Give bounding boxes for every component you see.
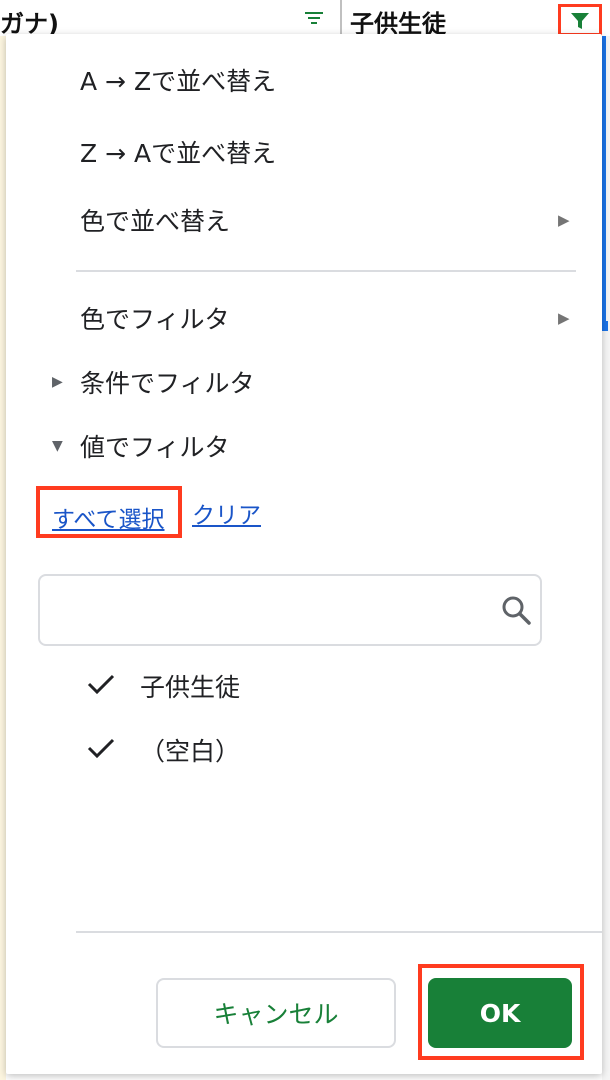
value-item-label: （空白） bbox=[140, 737, 241, 766]
menu-item-label: 色で並べ替え bbox=[80, 207, 231, 236]
select-all-link[interactable]: すべて選択 bbox=[52, 500, 164, 534]
menu-item-label: 値でフィルタ bbox=[80, 433, 230, 462]
filter-lines-icon[interactable] bbox=[303, 6, 325, 28]
menu-divider bbox=[76, 270, 576, 272]
column-divider bbox=[340, 0, 342, 34]
selection-bar bbox=[602, 36, 606, 331]
clear-link[interactable]: クリア bbox=[192, 496, 261, 530]
menu-item-sort-za[interactable]: Z → Aで並べ替え bbox=[6, 122, 602, 182]
menu-item-label: 条件でフィルタ bbox=[80, 369, 255, 398]
value-item[interactable]: （空白） bbox=[86, 724, 526, 774]
menu-item-filter-by-color[interactable]: 色でフィルタ ▶ bbox=[6, 288, 602, 348]
footer-divider bbox=[76, 931, 602, 933]
triangle-right-icon: ▶ bbox=[558, 309, 570, 327]
value-item[interactable]: 子供生徒 bbox=[86, 660, 526, 710]
ok-button[interactable]: OK bbox=[428, 978, 572, 1048]
value-search-input[interactable] bbox=[52, 586, 486, 636]
value-item-label: 子供生徒 bbox=[140, 673, 241, 702]
menu-item-label: A → Zで並べ替え bbox=[80, 67, 277, 96]
triangle-right-icon: ▶ bbox=[558, 211, 570, 229]
menu-item-label: 色でフィルタ bbox=[80, 305, 230, 334]
menu-item-filter-by-condition[interactable]: ▶ 条件でフィルタ bbox=[6, 352, 602, 412]
menu-item-sort-az[interactable]: A → Zで並べ替え bbox=[6, 50, 602, 110]
funnel-filled-icon bbox=[571, 13, 589, 29]
checkmark-icon bbox=[87, 738, 115, 759]
select-all-highlight: すべて選択 bbox=[36, 486, 182, 538]
menu-item-sort-by-color[interactable]: 色で並べ替え ▶ bbox=[6, 190, 602, 250]
checkmark-icon bbox=[87, 674, 115, 695]
filter-dropdown-panel: A → Zで並べ替え Z → Aで並べ替え 色で並べ替え ▶ 色でフィルタ ▶ … bbox=[6, 34, 602, 1074]
sheet-header-row: ガナ) 子供生徒 bbox=[0, 0, 610, 38]
cancel-button[interactable]: キャンセル bbox=[156, 978, 396, 1048]
value-search-box bbox=[38, 574, 542, 646]
triangle-down-icon: ▼ bbox=[52, 438, 63, 454]
active-filter-button[interactable] bbox=[558, 4, 602, 36]
triangle-right-icon: ▶ bbox=[52, 374, 63, 390]
magnifier-icon[interactable] bbox=[500, 594, 532, 626]
menu-item-filter-by-values[interactable]: ▼ 値でフィルタ bbox=[6, 416, 602, 476]
sheet-right-edge bbox=[600, 36, 610, 1080]
menu-item-label: Z → Aで並べ替え bbox=[80, 139, 277, 168]
